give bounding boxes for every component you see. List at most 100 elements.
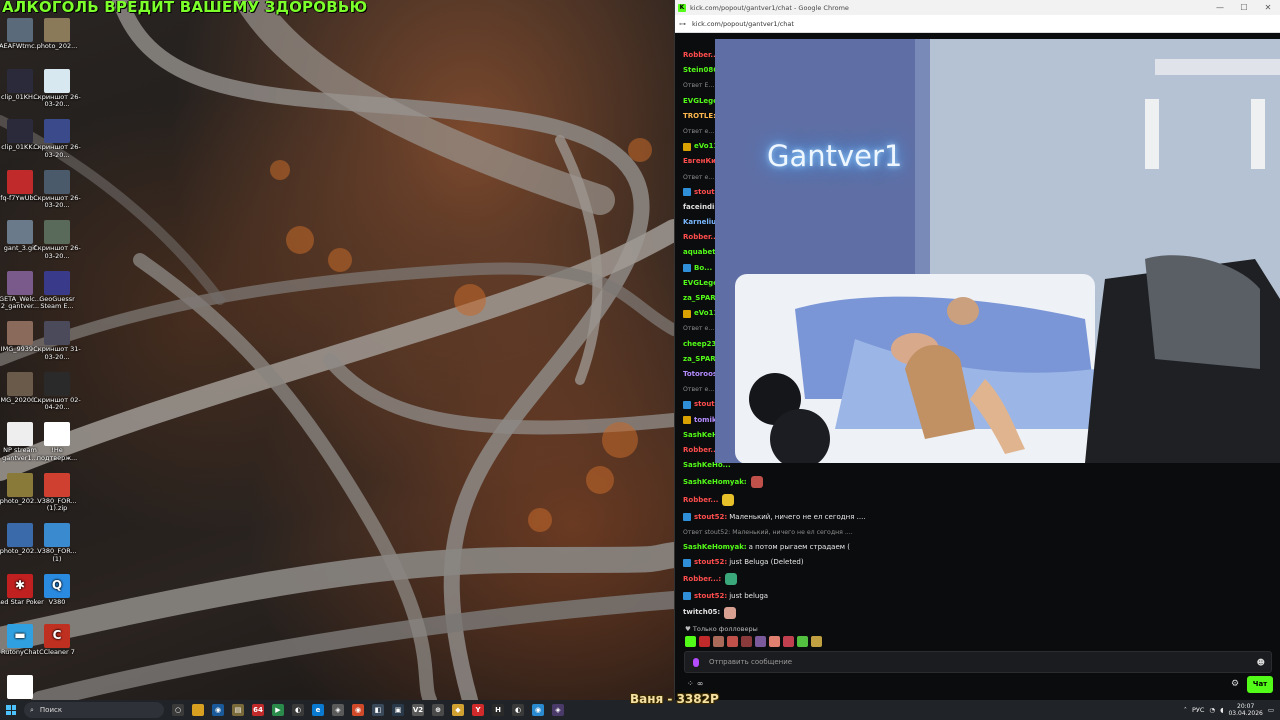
- desktop-icon[interactable]: Скриншот 02-04-20...: [33, 371, 81, 412]
- tray-chevron-icon[interactable]: ˄: [1184, 706, 1187, 714]
- reply-reference[interactable]: Ответ E...: [683, 81, 714, 90]
- volume-icon[interactable]: ◖: [1220, 706, 1223, 714]
- taskbar-app-button[interactable]: ◐: [288, 700, 308, 720]
- network-icon[interactable]: ◔: [1209, 706, 1215, 714]
- taskbar-app-button[interactable]: ◉: [528, 700, 548, 720]
- taskbar-app-button[interactable]: ◧: [368, 700, 388, 720]
- reply-reference[interactable]: Ответ e...: [683, 127, 714, 136]
- notifications-icon[interactable]: ▭: [1268, 706, 1274, 714]
- minimize-button[interactable]: —: [1208, 3, 1232, 12]
- taskbar-app-button[interactable]: Y: [468, 700, 488, 720]
- reply-reference[interactable]: Ответ e...: [683, 385, 714, 394]
- chat-message[interactable]: SashKeHomyak:: [683, 476, 1273, 489]
- chat-username[interactable]: TROTLE:: [683, 112, 716, 121]
- taskbar-app-button[interactable]: ⊕: [428, 700, 448, 720]
- taskbar-search-label[interactable]: Поиск: [40, 706, 62, 714]
- chat-username[interactable]: Bo...: [694, 264, 712, 273]
- chat-username[interactable]: Robber...: [683, 233, 718, 242]
- chat-username[interactable]: twitch05:: [683, 608, 720, 617]
- microphone-icon[interactable]: [693, 657, 699, 667]
- system-tray[interactable]: ˄ РУС ◔ ◖ 20:07 03.04.2026 ▭: [1184, 700, 1274, 720]
- desktop-icon[interactable]: Скриншот 26-03-20...: [33, 169, 81, 210]
- emote-shortcut-icon[interactable]: [755, 636, 766, 647]
- url-text[interactable]: kick.com/popout/gantver1/chat: [692, 20, 794, 28]
- window-titlebar[interactable]: K kick.com/popout/gantver1/chat - Google…: [675, 0, 1280, 15]
- chat-username[interactable]: cheep23:: [683, 340, 719, 349]
- desktop-icon[interactable]: Новый текстовый ...: [0, 674, 44, 700]
- emote-shortcut-icon[interactable]: [699, 636, 710, 647]
- taskbar-search[interactable]: ⌕ Поиск: [24, 702, 164, 718]
- clock[interactable]: 20:07 03.04.2026: [1228, 703, 1262, 717]
- reply-reference[interactable]: Ответ e...: [683, 173, 714, 182]
- chat-username[interactable]: Robber...: [683, 496, 718, 505]
- desktop-icon[interactable]: !Не подтверж...: [33, 422, 81, 462]
- stream-video-overlay[interactable]: Gantver1: [715, 39, 1280, 463]
- emote-shortcut-icon[interactable]: [727, 636, 738, 647]
- chat-message[interactable]: twitch05:: [683, 606, 1273, 619]
- emote-shortcut-icon[interactable]: [769, 636, 780, 647]
- taskbar-app-button[interactable]: ◉: [208, 700, 228, 720]
- chat-message[interactable]: Robber...:: [683, 573, 1273, 586]
- reply-reference[interactable]: Ответ e...: [683, 324, 714, 333]
- emote-shortcut-icon[interactable]: [741, 636, 752, 647]
- recent-emotes-bar[interactable]: [685, 636, 822, 647]
- taskbar-app-button[interactable]: ◈: [548, 700, 568, 720]
- chat-username[interactable]: stout52:: [694, 558, 727, 567]
- emoji-picker-icon[interactable]: ☻: [1257, 658, 1265, 667]
- send-chat-button[interactable]: Чат: [1247, 676, 1273, 693]
- reply-reference[interactable]: Ответ stout52: Маленький, ничего не ел с…: [683, 528, 853, 537]
- desktop-icon[interactable]: Скриншот 26-03-20...: [33, 68, 81, 109]
- taskbar-app-button[interactable]: V2: [408, 700, 428, 720]
- taskbar-app-button[interactable]: ▶: [268, 700, 288, 720]
- maximize-button[interactable]: ☐: [1232, 3, 1256, 12]
- taskbar-app-button[interactable]: ○: [168, 700, 188, 720]
- message-input-placeholder[interactable]: Отправить сообщение: [709, 658, 792, 666]
- chat-username[interactable]: Robber...: [683, 51, 718, 60]
- site-info-icon[interactable]: ⊶: [679, 20, 686, 28]
- desktop-icon[interactable]: C CCleaner 7: [33, 624, 81, 657]
- emote-shortcut-icon[interactable]: [685, 636, 696, 647]
- taskbar-app-button[interactable]: 64: [248, 700, 268, 720]
- emote-shortcut-icon[interactable]: [783, 636, 794, 647]
- chat-username[interactable]: SashKeHomyak:: [683, 478, 747, 487]
- desktop-icon[interactable]: GeoGuessr Steam E...: [33, 270, 81, 311]
- taskbar-app-button[interactable]: [188, 700, 208, 720]
- desktop-icon[interactable]: Q V380: [33, 573, 81, 607]
- taskbar-app-button[interactable]: ◉: [348, 700, 368, 720]
- desktop-icon[interactable]: V380_FOR... (1).zip: [33, 472, 81, 513]
- emote-shortcut-icon[interactable]: [797, 636, 808, 647]
- chat-message[interactable]: SashKeHomyak: а потом рыгаем страдаем (: [683, 543, 1273, 552]
- close-button[interactable]: ✕: [1256, 3, 1280, 12]
- desktop[interactable]: АЛКОГОЛЬ ВРЕДИТ ВАШЕМУ ЗДОРОВЬЮ AEAFWtmc…: [0, 0, 674, 700]
- taskbar-app-button[interactable]: H: [488, 700, 508, 720]
- address-bar[interactable]: ⊶ kick.com/popout/gantver1/chat: [675, 15, 1280, 33]
- taskbar-app-button[interactable]: ▤: [228, 700, 248, 720]
- language-indicator[interactable]: РУС: [1192, 706, 1204, 714]
- chat-username[interactable]: stout52:: [694, 592, 727, 601]
- desktop-icon[interactable]: Скриншот 31-03-20...: [33, 321, 81, 361]
- taskbar-app-button[interactable]: ◈: [328, 700, 348, 720]
- chat-settings-gear-icon[interactable]: ⚙: [1231, 679, 1239, 689]
- emote-shortcut-icon[interactable]: [713, 636, 724, 647]
- chat-message[interactable]: Ответ stout52: Маленький, ничего не ел с…: [683, 528, 1273, 537]
- desktop-icon[interactable]: Скриншот 26-03-20...: [33, 220, 81, 260]
- desktop-icon[interactable]: V380_FOR... (1): [33, 523, 81, 563]
- chat-username[interactable]: stout52:: [694, 513, 727, 522]
- chat-message[interactable]: stout52: just Beluga (Deleted): [683, 558, 1273, 567]
- chat-message[interactable]: stout52: just beluga: [683, 592, 1273, 601]
- emote-shortcut-icon[interactable]: [811, 636, 822, 647]
- taskbar-app-button[interactable]: ▣: [388, 700, 408, 720]
- desktop-icon[interactable]: photo_202...: [33, 18, 81, 51]
- message-input[interactable]: Отправить сообщение ☻: [684, 651, 1272, 673]
- chat-message[interactable]: Robber...: [683, 494, 1273, 507]
- start-button[interactable]: [0, 700, 22, 720]
- chat-message[interactable]: stout52: Маленький, ничего не ел сегодня …: [683, 513, 1273, 522]
- taskbar-app-button[interactable]: ◐: [508, 700, 528, 720]
- points-icon[interactable]: ⁘: [687, 679, 694, 688]
- taskbar-app-button[interactable]: e: [308, 700, 328, 720]
- desktop-icon[interactable]: Скриншот 26-03-20...: [33, 119, 81, 159]
- taskbar-app-button[interactable]: ◆: [448, 700, 468, 720]
- chat-username[interactable]: SashKeHomyak:: [683, 543, 747, 552]
- chat-username[interactable]: Robber...: [683, 446, 718, 455]
- chat-footer-left[interactable]: ⁘ ∞: [687, 679, 703, 688]
